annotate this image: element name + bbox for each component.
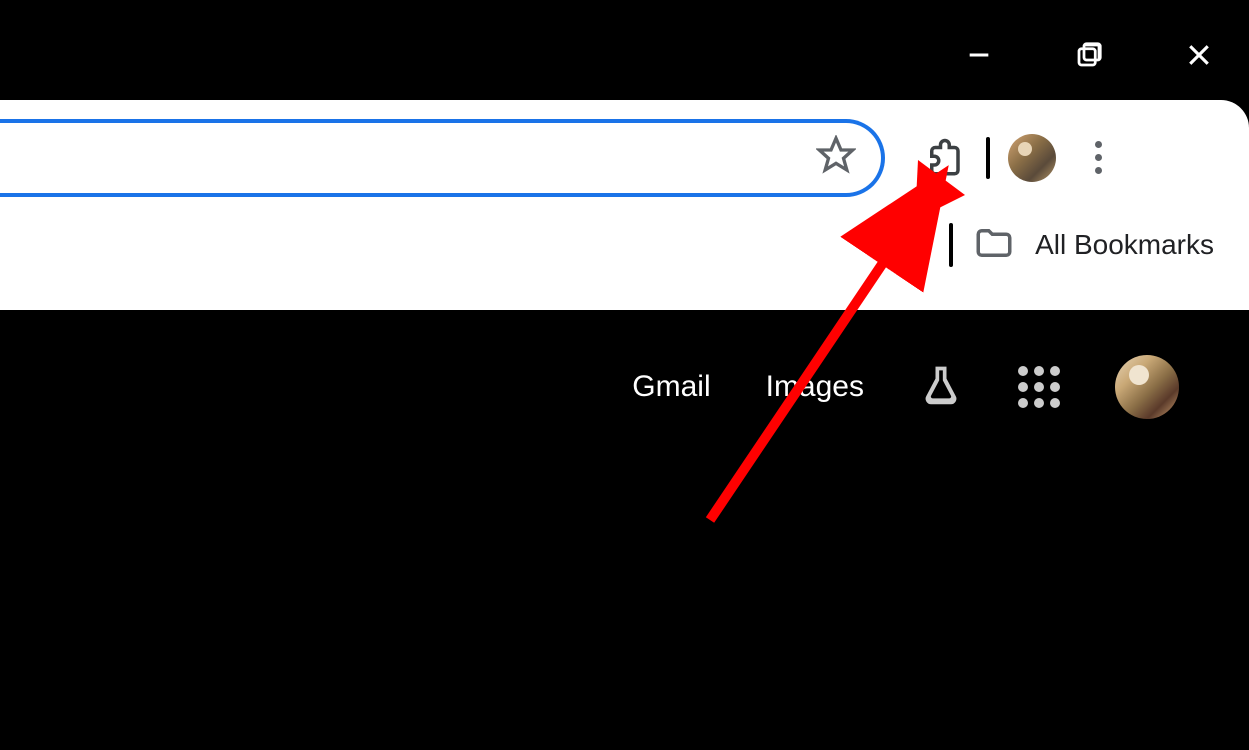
extensions-button[interactable] bbox=[920, 134, 968, 182]
profile-avatar-icon bbox=[1008, 134, 1056, 182]
address-bar-row bbox=[0, 100, 1249, 200]
account-avatar[interactable] bbox=[1115, 355, 1179, 419]
window-controls bbox=[959, 35, 1219, 75]
maximize-button[interactable] bbox=[1069, 35, 1109, 75]
bookmark-star-icon[interactable] bbox=[816, 135, 856, 180]
bookmarks-bar: All Bookmarks bbox=[0, 200, 1249, 290]
chrome-menu-button[interactable] bbox=[1074, 134, 1122, 182]
minimize-button[interactable] bbox=[959, 35, 999, 75]
folder-icon bbox=[973, 222, 1015, 269]
images-link[interactable]: Images bbox=[766, 370, 864, 404]
gmail-link[interactable]: Gmail bbox=[632, 370, 710, 404]
profile-button[interactable] bbox=[1008, 134, 1056, 182]
omnibox[interactable] bbox=[0, 119, 885, 197]
labs-button[interactable] bbox=[919, 363, 963, 412]
close-button[interactable] bbox=[1179, 35, 1219, 75]
all-bookmarks-link[interactable]: All Bookmarks bbox=[1035, 229, 1214, 261]
separator bbox=[986, 137, 990, 179]
chrome-toolbar: All Bookmarks bbox=[0, 100, 1249, 310]
separator bbox=[949, 223, 953, 267]
google-header: Gmail Images bbox=[632, 355, 1179, 419]
toolbar-icons bbox=[920, 134, 1122, 182]
google-apps-button[interactable] bbox=[1018, 366, 1060, 408]
